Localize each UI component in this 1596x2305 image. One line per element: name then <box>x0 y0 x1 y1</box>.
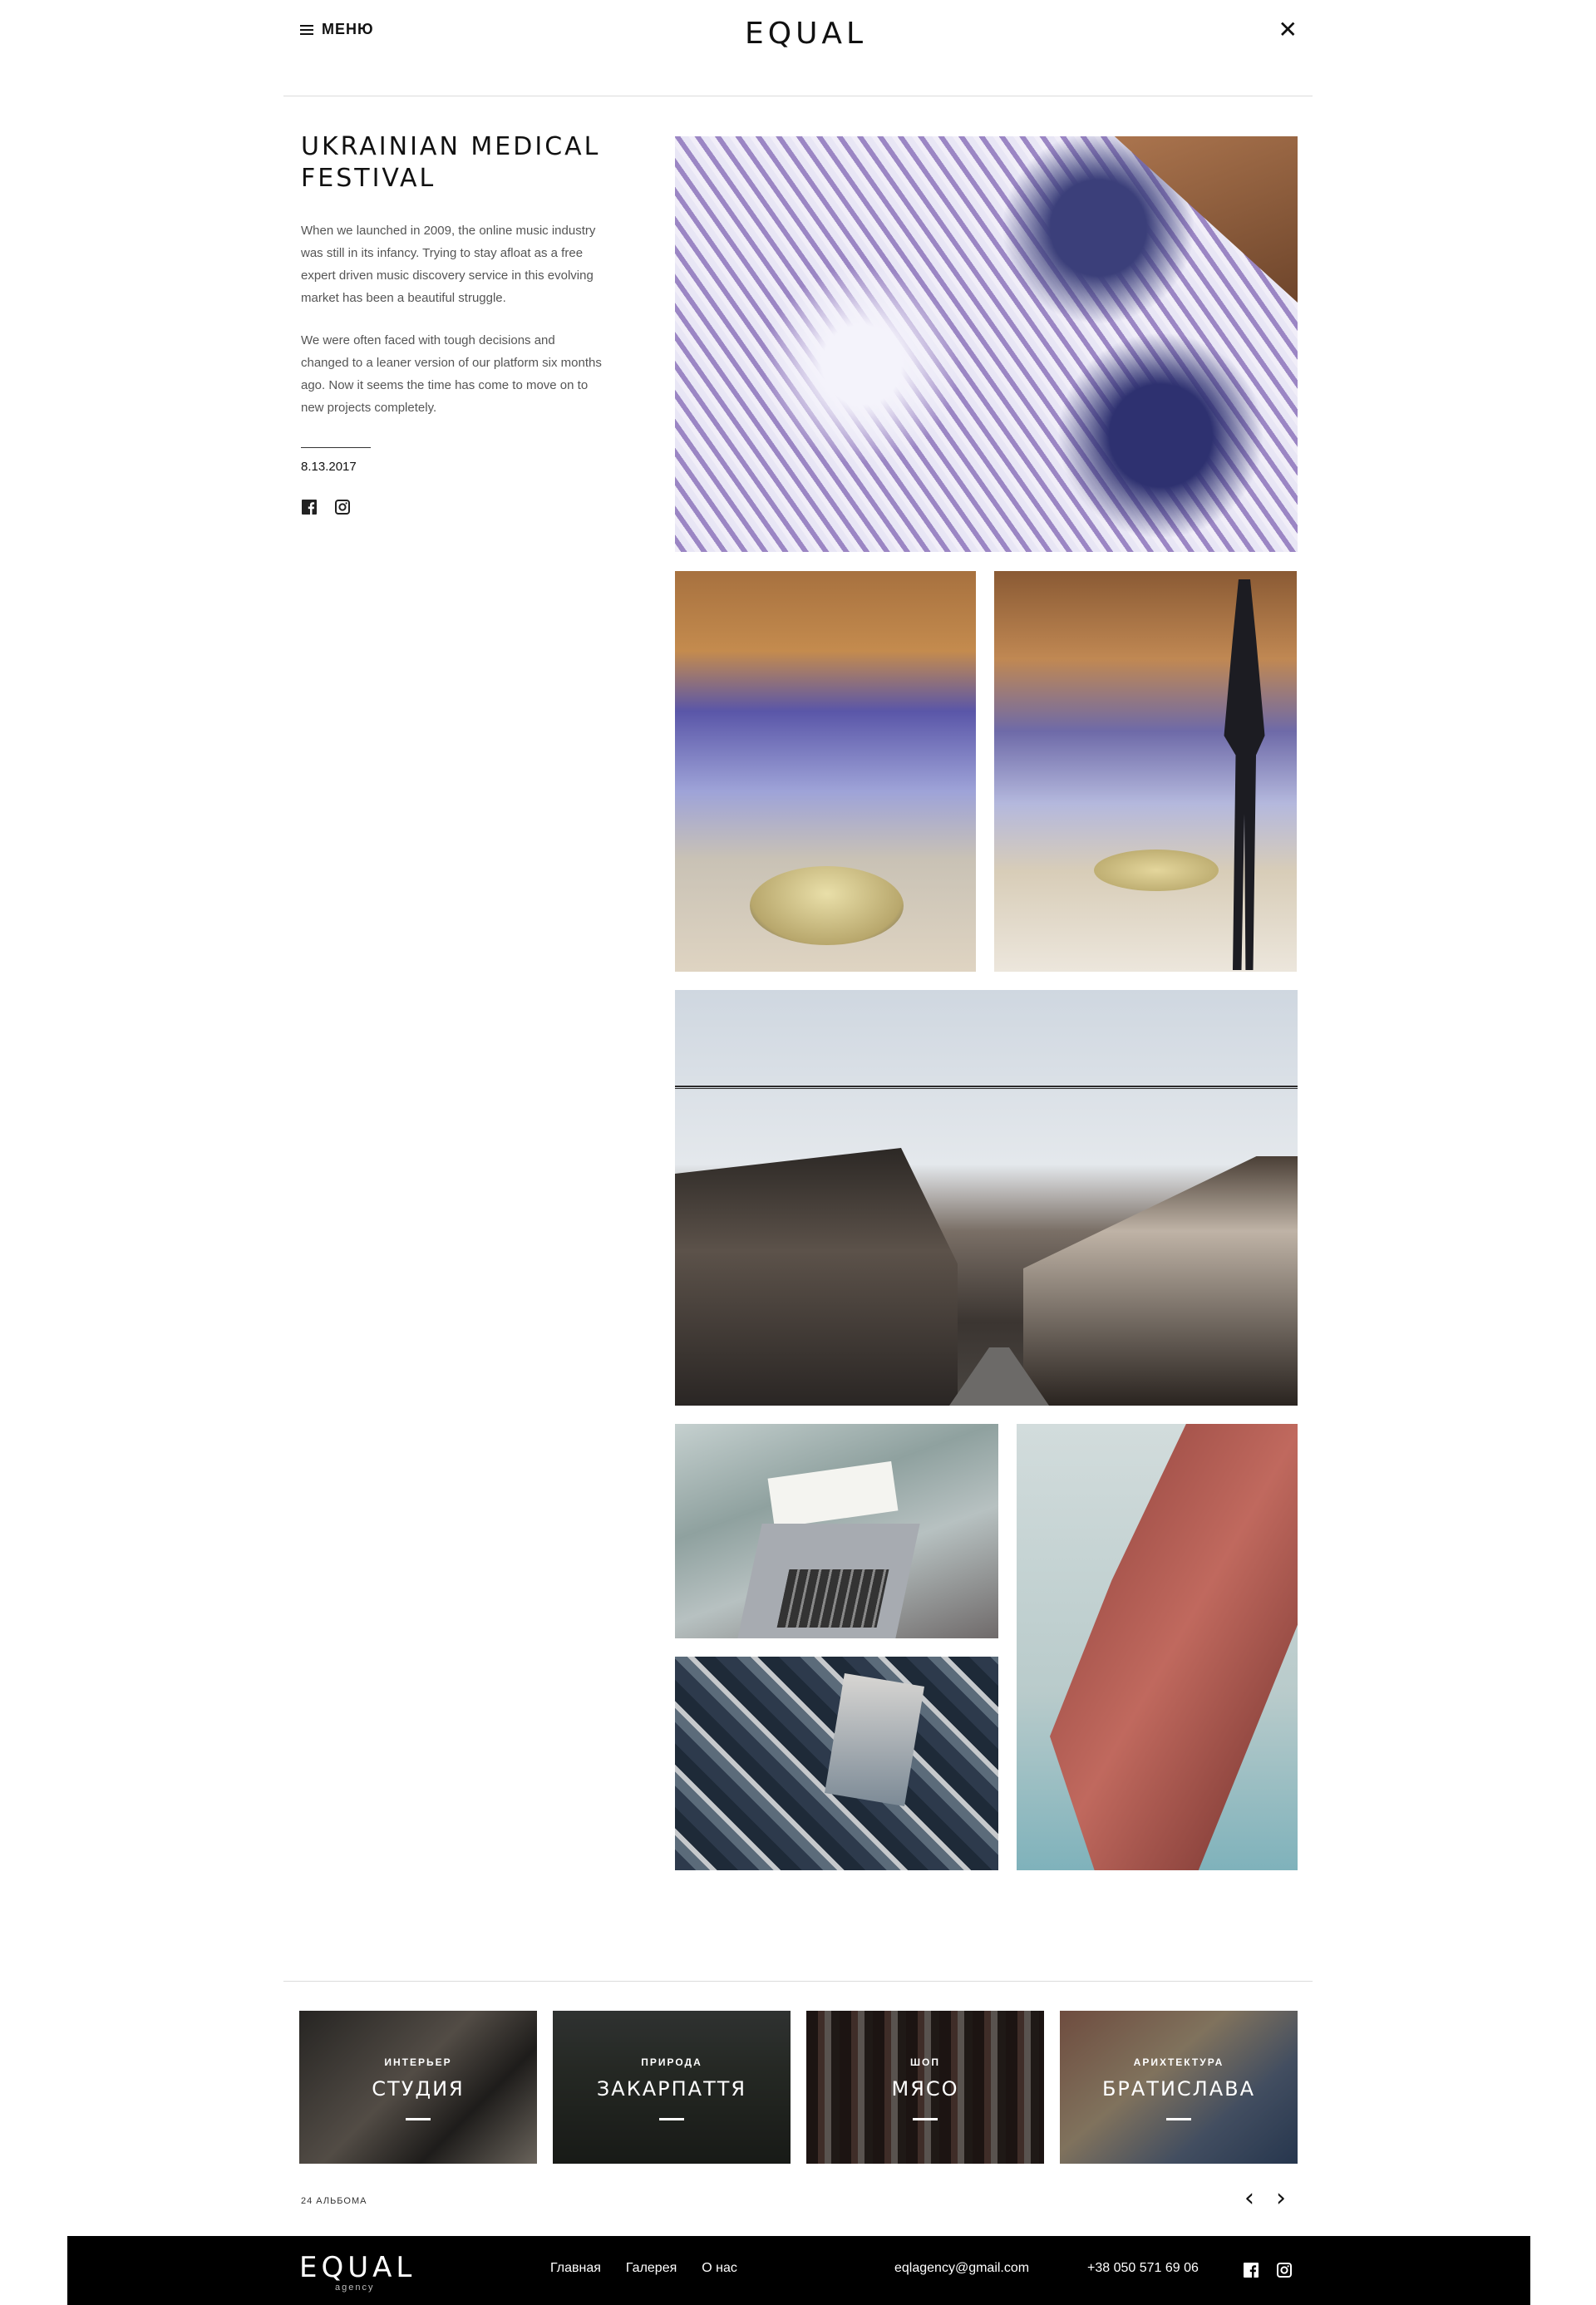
gallery-photo-lobby-center[interactable] <box>675 571 976 972</box>
instagram-icon[interactable] <box>334 499 351 515</box>
instagram-icon[interactable] <box>1277 2263 1292 2282</box>
album-dash <box>406 2118 431 2120</box>
album-category: ШОП <box>909 2056 941 2068</box>
footer-nav-home[interactable]: Главная <box>550 2261 601 2276</box>
chevron-right-icon[interactable]: › <box>1276 2186 1286 2211</box>
site-logo[interactable]: EQUAL <box>745 17 867 51</box>
divider <box>283 1981 1313 1982</box>
article-social-links <box>301 499 617 515</box>
menu-button[interactable]: МЕНЮ <box>300 21 374 38</box>
article-paragraph: We were often faced with tough decisions… <box>301 333 602 415</box>
album-count: 24 АЛЬБОМА <box>301 2196 367 2206</box>
facebook-icon[interactable] <box>1244 2263 1259 2282</box>
footer-social-links <box>1244 2263 1292 2282</box>
article-date: 8.13.2017 <box>301 460 357 474</box>
footer-phone: +38 050 571 69 06 <box>1087 2261 1199 2275</box>
article-info: UKRAINIAN MEDICAL FESTIVAL When we launc… <box>301 131 617 515</box>
footer-email[interactable]: eqlagency@gmail.com <box>894 2261 1029 2276</box>
facebook-icon[interactable] <box>301 499 318 515</box>
album-dash <box>1166 2118 1191 2120</box>
gallery-photo-city-aerial[interactable] <box>675 1657 998 1870</box>
site-footer: EQUAL agency Главная Галерея О нас eqlag… <box>67 2236 1530 2305</box>
carousel-arrows: ‹ › <box>1244 2186 1286 2211</box>
gallery-photo-ceiling-sculpture[interactable] <box>675 136 1298 552</box>
album-card[interactable]: АРИХТЕКТУРА БРАТИСЛАВА <box>1060 2011 1298 2164</box>
albums-carousel: ИНТЕРЬЕР СТУДИЯ ПРИРОДА ЗАКАРПАТТЯ ШОП М… <box>299 2011 1298 2164</box>
album-name: СТУДИЯ <box>372 2077 465 2101</box>
album-card[interactable]: ПРИРОДА ЗАКАРПАТТЯ <box>553 2011 791 2164</box>
footer-logo-sub: agency <box>335 2283 375 2293</box>
site-header: МЕНЮ EQUAL ✕ <box>283 0 1313 96</box>
album-category: ИНТЕРЬЕР <box>384 2056 452 2068</box>
menu-icon <box>300 24 313 35</box>
album-name: ЗАКАРПАТТЯ <box>596 2077 747 2101</box>
footer-nav: Главная Галерея О нас <box>550 2261 737 2276</box>
album-dash <box>659 2118 684 2120</box>
article-paragraph: When we launched in 2009, the online mus… <box>301 224 596 305</box>
album-category: ПРИРОДА <box>641 2056 702 2068</box>
album-dash <box>913 2118 938 2120</box>
album-name: МЯСО <box>891 2077 959 2101</box>
article-title: UKRAINIAN MEDICAL FESTIVAL <box>301 132 601 193</box>
close-icon[interactable]: ✕ <box>1278 18 1298 42</box>
album-card[interactable]: ИНТЕРЬЕР СТУДИЯ <box>299 2011 537 2164</box>
menu-label: МЕНЮ <box>322 21 374 37</box>
album-category: АРИХТЕКТУРА <box>1133 2056 1224 2068</box>
footer-nav-gallery[interactable]: Галерея <box>626 2261 677 2276</box>
chevron-left-icon[interactable]: ‹ <box>1244 2186 1254 2211</box>
footer-logo[interactable]: EQUAL <box>299 2251 416 2284</box>
album-card[interactable]: ШОП МЯСО <box>806 2011 1044 2164</box>
gallery-photo-bridge[interactable] <box>1017 1424 1298 1870</box>
footer-nav-about[interactable]: О нас <box>702 2261 737 2276</box>
gallery-photo-lobby-statue[interactable] <box>994 571 1297 972</box>
gallery-photo-street[interactable] <box>675 990 1298 1406</box>
divider <box>301 447 371 448</box>
gallery-photo-laptop[interactable] <box>675 1424 998 1638</box>
album-name: БРАТИСЛАВА <box>1101 2077 1256 2101</box>
